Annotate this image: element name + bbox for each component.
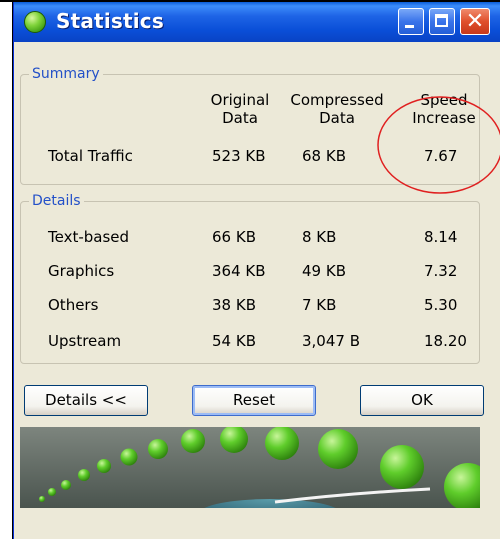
original-value: 38 KB <box>212 296 256 314</box>
original-value: 523 KB <box>212 147 266 165</box>
header-line: Increase <box>412 109 476 127</box>
summary-legend: Summary <box>32 66 100 82</box>
details-legend: Details <box>32 193 81 209</box>
header-line: Compressed <box>290 91 384 109</box>
header-line: Data <box>222 109 258 127</box>
window-title: Statistics <box>56 9 164 33</box>
compressed-value: 8 KB <box>302 228 337 246</box>
close-button[interactable]: ✕ <box>460 8 490 35</box>
speed-value: 18.20 <box>424 332 467 350</box>
compressed-value: 3,047 B <box>302 332 361 350</box>
reset-button[interactable]: Reset <box>192 385 316 416</box>
header-speed-increase: Speed Increase <box>408 91 480 127</box>
original-value: 54 KB <box>212 332 256 350</box>
maximize-icon <box>435 14 448 27</box>
compressed-value: 7 KB <box>302 296 337 314</box>
header-line: Original <box>210 91 270 109</box>
header-line: Data <box>319 109 355 127</box>
close-icon: ✕ <box>465 9 485 34</box>
row-label: Text-based <box>48 228 130 246</box>
row-label: Others <box>48 296 99 314</box>
maximize-button[interactable] <box>429 8 455 35</box>
header-line: Speed <box>420 91 468 109</box>
header-original-data: Original Data <box>200 91 280 127</box>
row-label: Total Traffic <box>48 147 133 165</box>
header-compressed-data: Compressed Data <box>288 91 386 127</box>
title-bar[interactable]: Statistics ✕ <box>14 2 500 42</box>
original-value: 364 KB <box>212 262 266 280</box>
speed-value: 8.14 <box>424 228 458 246</box>
speed-value: 7.32 <box>424 262 458 280</box>
speed-value: 5.30 <box>424 296 458 314</box>
details-toggle-button[interactable]: Details << <box>24 385 148 416</box>
row-label: Graphics <box>48 262 115 280</box>
ok-button[interactable]: OK <box>360 385 484 416</box>
minimize-icon <box>405 25 414 28</box>
compressed-value: 68 KB <box>302 147 346 165</box>
minimize-button[interactable] <box>398 8 424 35</box>
green-balls-illustration <box>20 427 480 508</box>
compressed-value: 49 KB <box>302 262 346 280</box>
original-value: 66 KB <box>212 228 256 246</box>
green-ball-icon <box>24 11 46 33</box>
decorative-banner <box>20 427 480 508</box>
row-label: Upstream <box>48 332 122 350</box>
speed-value: 7.67 <box>424 147 458 165</box>
